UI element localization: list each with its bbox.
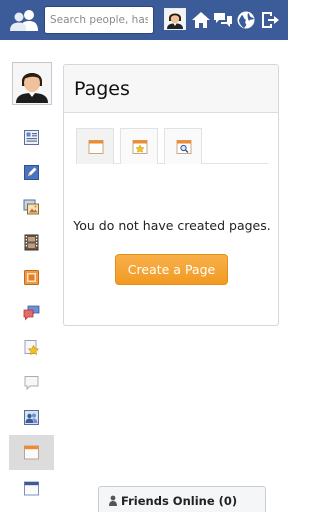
groups-icon[interactable] — [23, 409, 40, 426]
pages-tabs — [76, 128, 268, 164]
search-box[interactable] — [44, 6, 154, 34]
pages-panel: Pages You do not have created pages. Cre… — [63, 64, 279, 326]
logout-icon[interactable] — [259, 9, 281, 31]
window-icon[interactable] — [23, 480, 40, 497]
empty-state-message: You do not have created pages. — [73, 218, 271, 233]
friends-online-bar[interactable]: Friends Online (0) — [98, 486, 266, 512]
profile-picture[interactable] — [12, 62, 52, 105]
top-bar — [0, 0, 288, 40]
videos-icon[interactable] — [23, 234, 40, 251]
my-pages-icon — [88, 140, 104, 154]
news-feed-icon[interactable] — [23, 129, 40, 146]
page-title: Pages — [74, 78, 130, 100]
pages-icon[interactable] — [23, 269, 40, 286]
edit-icon[interactable] — [23, 164, 40, 181]
tab-my-pages[interactable] — [76, 128, 114, 164]
panel-header: Pages — [64, 65, 278, 113]
chat-icon[interactable] — [23, 374, 40, 391]
tab-search-pages[interactable] — [164, 128, 202, 164]
messages-icon[interactable] — [23, 304, 40, 321]
tab-liked-pages[interactable] — [120, 128, 158, 164]
home-icon[interactable] — [190, 9, 212, 31]
search-input[interactable] — [45, 7, 153, 33]
avatar-icon — [165, 9, 185, 29]
profile-avatar-icon — [14, 64, 50, 103]
photos-icon[interactable] — [23, 199, 40, 216]
pages-active-icon[interactable] — [23, 444, 40, 461]
friends-logo-icon[interactable] — [9, 8, 39, 32]
create-page-button[interactable]: Create a Page — [115, 254, 228, 285]
person-icon — [109, 495, 117, 506]
messages-icon[interactable] — [212, 9, 234, 31]
friends-online-label: Friends Online (0) — [121, 494, 238, 508]
search-pages-icon — [176, 140, 192, 154]
liked-pages-icon — [132, 140, 148, 154]
profile-avatar-button[interactable] — [164, 8, 186, 30]
favorites-icon[interactable] — [23, 339, 40, 356]
globe-notifications-icon[interactable] — [235, 9, 257, 31]
